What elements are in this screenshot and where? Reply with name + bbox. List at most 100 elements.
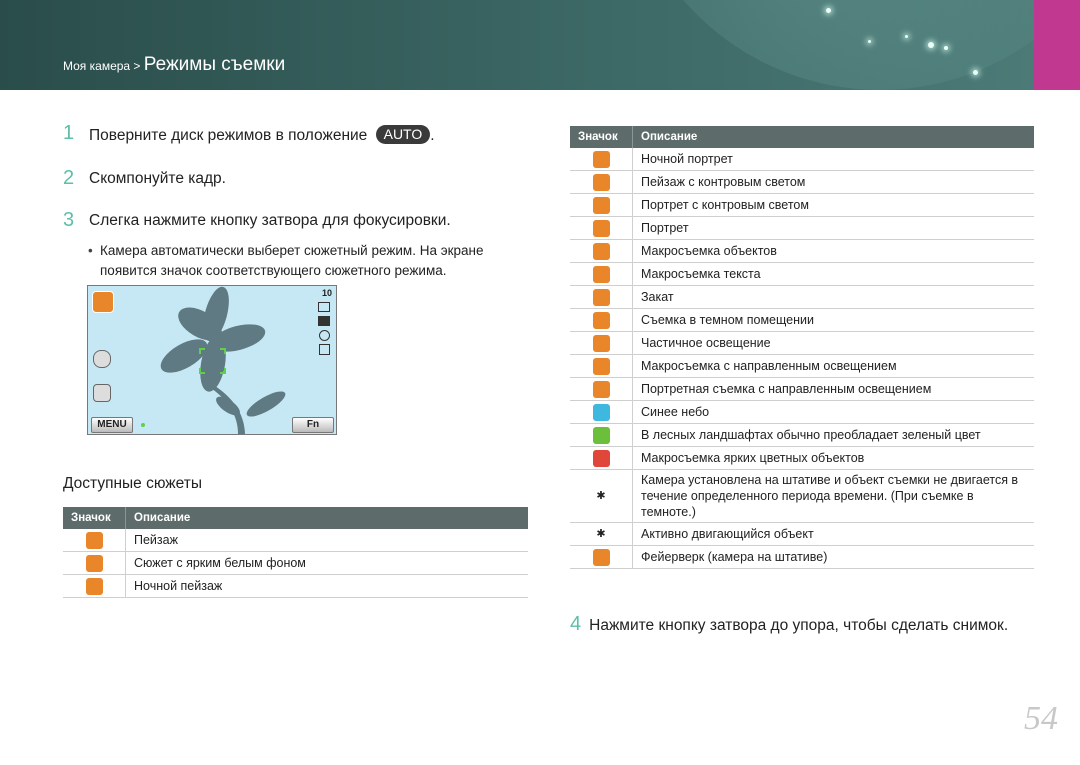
table-row: Портрет с контровым светом [570,193,1034,217]
table-row: ✱ Активно двигающийся объект [570,522,1034,546]
fn-button[interactable]: Fn [292,417,334,433]
column-header-description: Описание [632,126,1034,148]
bullet-note: • Камера автоматически выберет сюжетный … [88,241,528,281]
step-text: Скомпонуйте кадр. [89,170,226,187]
row-description: В лесных ландшафтах обычно преобладает з… [632,423,1034,447]
table-row: Ночной портрет [570,148,1034,171]
row-description: Синее небо [632,400,1034,424]
sparkle-icon [868,40,871,43]
timer-icon [319,330,330,341]
fireworks-icon [592,548,610,566]
table-row: Ночной пейзаж [63,574,528,598]
step-number: 4 [570,613,582,635]
row-description: Закат [632,285,1034,309]
row-description: Макросъемка объектов [632,239,1034,263]
table-row: ✱ Камера установлена на штативе и объект … [570,469,1034,523]
bullet-text: Камера автоматически выберет сюжетный ре… [100,243,484,278]
night-icon [85,577,103,595]
row-description: Камера установлена на штативе и объект с… [632,469,1034,523]
status-dot [141,423,145,427]
table-row: В лесных ландшафтах обычно преобладает з… [570,423,1034,447]
step-text: Нажмите кнопку затвора до упора, чтобы с… [589,617,1009,634]
blue-sky-icon [592,403,610,421]
table-row: Пейзаж с контровым светом [570,170,1034,194]
table-row: Портретная съемка с направленным освещен… [570,377,1034,401]
macro-icon [592,242,610,260]
landscape-icon [85,531,103,549]
header-decoration [620,0,1080,90]
sparkle-icon [826,8,831,13]
step-number: 3 [63,209,75,231]
page-number: 54 [1024,700,1058,737]
macro-color-icon [592,449,610,467]
backlight-portrait-icon [592,196,610,214]
partial-light-icon [592,334,610,352]
table-row: Портрет [570,216,1034,240]
face-detect-icon [319,344,330,355]
row-description: Фейерверк (камера на штативе) [632,545,1034,569]
table-row: Макросъемка с направленным освещением [570,354,1034,378]
available-scenes-table: Значок Описание Пейзаж Сюжет с ярким белы… [63,507,528,598]
sparkle-icon [905,35,908,38]
white-scene-icon [85,554,103,572]
step-suffix: . [430,127,435,144]
table-row: Закат [570,285,1034,309]
breadcrumb-parent[interactable]: Моя камера > [63,59,140,73]
row-description: Портрет с контровым светом [632,193,1034,217]
table-row: Макросъемка объектов [570,239,1034,263]
column-header-description: Описание [125,507,528,529]
row-description: Сюжет с ярким белым фоном [125,551,528,575]
table-row: Макросъемка ярких цветных объектов [570,446,1034,470]
row-description: Пейзаж [125,529,528,552]
step-number: 2 [63,167,75,189]
table-row: Макросъемка текста [570,262,1034,286]
row-description: Портретная съемка с направленным освещен… [632,377,1034,401]
row-description: Макросъемка текста [632,262,1034,286]
forest-icon [592,426,610,444]
shot-counter: 10 [321,288,332,298]
action-icon: ✱ [596,527,606,540]
step-text: Слегка нажмите кнопку затвора для фокуси… [89,212,451,229]
step-text: Поверните диск режимов в положение [89,127,368,144]
step-number: 1 [63,122,75,144]
section-title: Доступные сюжеты [63,475,203,492]
page-title: Режимы съемки [143,54,286,75]
macro-text-icon [592,265,610,283]
display-icon [93,384,111,402]
row-description: Съемка в темном помещении [632,308,1034,332]
row-description: Активно двигающийся объект [632,522,1034,546]
column-header-icon: Значок [570,126,633,148]
macro-spotlight-icon [592,357,610,375]
night-portrait-icon [592,150,610,168]
page-header: Моя камера > Режимы съемки [0,0,1080,90]
scene-modes-table: Значок Описание Ночной портрет Пейзаж с к… [570,126,1034,569]
row-description: Частичное освещение [632,331,1034,355]
resolution-icon [318,302,330,312]
table-row: Частичное освещение [570,331,1034,355]
flower-illustration [160,286,286,434]
table-row: Фейерверк (камера на штативе) [570,545,1034,569]
portrait-icon [592,219,610,237]
tripod-icon: ✱ [596,489,606,502]
table-row: Сюжет с ярким белым фоном [63,551,528,575]
header-accent [1034,0,1080,90]
macro-icon [92,291,114,313]
row-description: Макросъемка ярких цветных объектов [632,446,1034,470]
row-description: Ночной пейзаж [125,574,528,598]
sparkle-icon [928,42,934,48]
backlight-landscape-icon [592,173,610,191]
row-description: Ночной портрет [632,148,1034,171]
auto-mode-badge: AUTO [375,125,431,144]
breadcrumb: Моя камера > Режимы съемки [63,54,285,76]
step-4: 4 Нажмите кнопку затвора до упора, чтобы … [570,613,1008,636]
row-description: Пейзаж с контровым светом [632,170,1034,194]
menu-button[interactable]: MENU [91,417,133,433]
camera-screen: 10 MENU Fn [87,285,337,435]
sparkle-icon [944,46,948,50]
table-row: Пейзаж [63,529,528,552]
photo-style-icon [93,350,111,368]
table-row: Съемка в темном помещении [570,308,1034,332]
row-description: Портрет [632,216,1034,240]
sunset-icon [592,288,610,306]
sparkle-icon [973,70,978,75]
